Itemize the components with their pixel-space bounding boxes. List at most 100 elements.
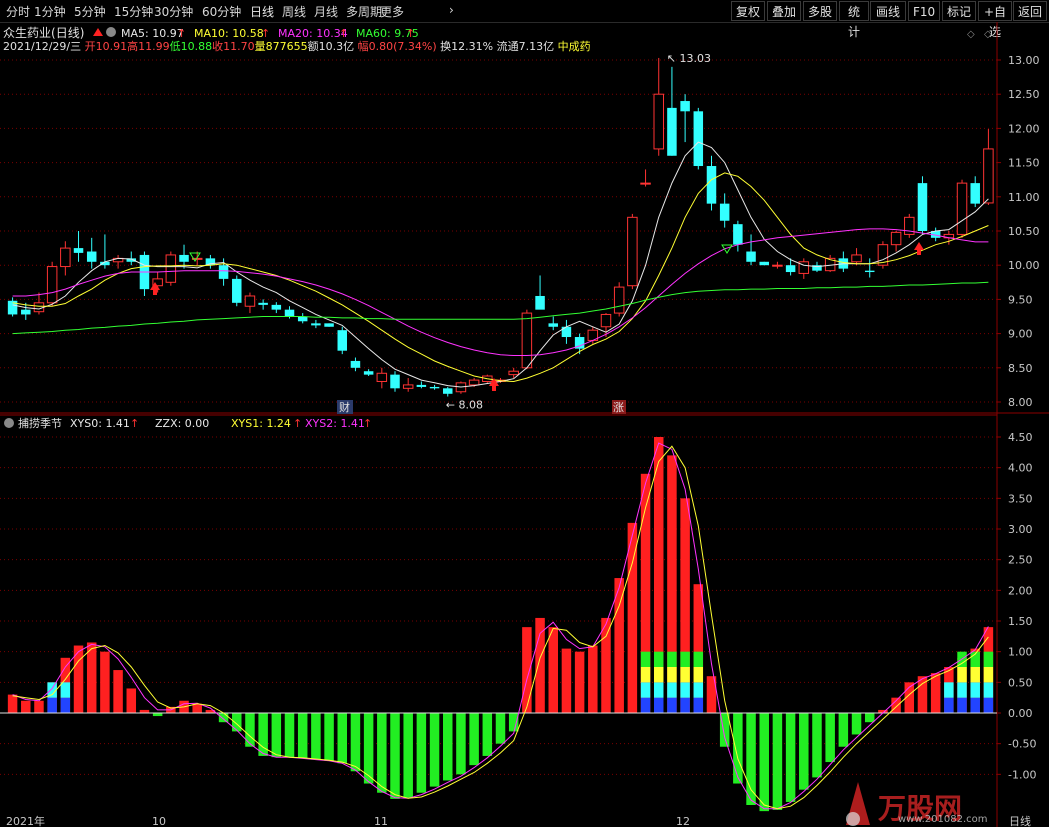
- indicator-signal-segment: [680, 697, 690, 713]
- toolbar-button-6[interactable]: 标记: [942, 1, 976, 21]
- indicator-bar-positive: [34, 700, 44, 713]
- period-tab-7[interactable]: 周线: [282, 3, 306, 20]
- indicator-bar-negative: [324, 713, 334, 761]
- period-tab-5[interactable]: 60分钟: [202, 3, 241, 20]
- period-tab-10[interactable]: 更多: [380, 3, 404, 20]
- indicator-signal-segment: [970, 667, 980, 683]
- ma-legend-2: MA20: 10.34: [278, 27, 348, 40]
- change-label: 幅: [358, 40, 369, 53]
- indicator-settings-icon: [4, 418, 14, 428]
- high-price-label: ↖ 13.03: [667, 52, 711, 65]
- period-tab-3[interactable]: 15分钟: [114, 3, 153, 20]
- ma-up-marker-2: ↑: [339, 27, 348, 40]
- price-tick-label: 9.50: [1008, 293, 1033, 306]
- amount-value: 10.3亿: [319, 40, 358, 53]
- candle-body-down: [759, 261, 769, 266]
- indicator-signal-segment: [667, 667, 677, 683]
- toolbar-button-4[interactable]: 画线: [870, 1, 906, 21]
- indicator-legend-1: ZZX: 0.00: [155, 417, 209, 430]
- indicator-up-marker-2: ↑: [293, 417, 302, 430]
- expand-icon: ◇: [984, 29, 992, 40]
- candle-body-down: [324, 323, 334, 327]
- candle-body-up: [244, 295, 256, 307]
- candle-body-up: [376, 372, 388, 382]
- indicator-signal-segment: [640, 682, 651, 698]
- indicator-tick-label: 1.50: [1008, 615, 1033, 628]
- price-tick-label: 13.00: [1008, 54, 1040, 67]
- period-tab-8[interactable]: 月线: [314, 3, 338, 20]
- toolbar-button-2[interactable]: 多股: [803, 1, 837, 21]
- period-tab-6[interactable]: 日线: [250, 3, 274, 20]
- indicator-signal-segment: [693, 667, 704, 683]
- period-tab-4[interactable]: 30分钟: [154, 3, 193, 20]
- indicator-name: 捕捞季节: [18, 416, 62, 430]
- price-tick-label: 10.50: [1008, 225, 1040, 238]
- candle-body-down: [21, 309, 31, 315]
- period-tab-9[interactable]: 多周期: [346, 3, 382, 20]
- indicator-signal-segment: [693, 682, 704, 698]
- candle-body-down: [680, 101, 690, 112]
- indicator-up-marker-3: ↑: [363, 417, 372, 430]
- toolbar-button-8[interactable]: 返回: [1013, 1, 1047, 21]
- ma-up-marker-0: ↑: [177, 27, 186, 40]
- candle-body-up: [956, 182, 968, 235]
- toolbar-button-5[interactable]: F10: [908, 1, 940, 21]
- candle-body-up: [600, 313, 612, 328]
- indicator-signal-segment: [983, 667, 994, 683]
- indicator-tick-label: -0.50: [1008, 738, 1036, 751]
- date-axis-label-4: 日线: [1009, 814, 1031, 827]
- quote-row: 2021/12/29/三 开10.91高11.99低10.88收11.70量87…: [3, 39, 591, 53]
- indicator-bar-positive: [601, 617, 611, 713]
- low-price-label: ← 8.08: [446, 399, 483, 412]
- more-chevron-icon[interactable]: ›: [449, 3, 454, 17]
- indicator-bar-negative: [733, 713, 743, 784]
- indicator-tick-label: 3.00: [1008, 523, 1033, 536]
- indicator-bar-positive: [21, 700, 31, 713]
- indicator-bar-negative: [851, 713, 862, 735]
- ma-legend-1: MA10: 10.58: [194, 27, 264, 40]
- period-tab-1[interactable]: 1分钟: [34, 3, 66, 20]
- toolbar-button-7[interactable]: +自选: [978, 1, 1012, 39]
- indicator-bar-negative: [759, 713, 769, 812]
- indicator-bar-negative: [508, 713, 519, 732]
- indicator-signal-segment: [680, 651, 690, 667]
- indicator-bar-negative: [284, 713, 295, 758]
- toolbar-button-3[interactable]: 统计: [839, 1, 869, 39]
- indicator-legend-0: XYS0: 1.41: [70, 417, 130, 430]
- indicator-bar-positive: [930, 673, 941, 713]
- candle-body-down: [258, 302, 268, 305]
- candle-body-down: [218, 265, 229, 279]
- watermark-coin-icon: [846, 812, 860, 826]
- indicator-signal-segment: [667, 651, 677, 667]
- indicator-bar-positive: [100, 651, 110, 713]
- candle-body-up: [521, 312, 533, 369]
- candle-body-down: [86, 251, 97, 262]
- period-tab-0[interactable]: 分时: [6, 3, 30, 20]
- period-tab-2[interactable]: 5分钟: [74, 3, 106, 20]
- candle-body-down: [746, 251, 756, 262]
- watermark-url: www.201082.com: [898, 814, 988, 825]
- toolbar-button-1[interactable]: 叠加: [767, 1, 801, 21]
- price-tick-label: 8.00: [1008, 396, 1033, 409]
- indicator-tick-label: 3.50: [1008, 492, 1033, 505]
- ma-line-ma20: [12, 228, 989, 356]
- price-tick-label: 8.50: [1008, 362, 1033, 375]
- candle-body-down: [443, 388, 453, 394]
- float-cap-value: 流通7.13亿: [497, 39, 558, 53]
- ma-legend-0: MA5: 10.97: [121, 27, 184, 40]
- indicator-bar-positive: [588, 645, 598, 713]
- buy-signal-icon: [914, 242, 924, 250]
- candle-body-down: [785, 265, 796, 273]
- indicator-tick-label: 1.00: [1008, 646, 1033, 659]
- toolbar-button-0[interactable]: 复权: [731, 1, 765, 21]
- candle-body-up: [851, 254, 862, 263]
- indicator-bar-negative: [812, 713, 822, 778]
- ma-settings-icon: [106, 27, 116, 37]
- date-axis-label-3: 12: [676, 815, 690, 827]
- indicator-signal-segment: [680, 682, 690, 698]
- watermark: 万股网www.201082.com: [846, 782, 988, 826]
- indicator-bar-positive: [891, 697, 901, 713]
- indicator-bar-positive: [574, 651, 585, 713]
- close-label: 收: [212, 39, 223, 53]
- turnover-value: 换12.31%: [440, 39, 496, 53]
